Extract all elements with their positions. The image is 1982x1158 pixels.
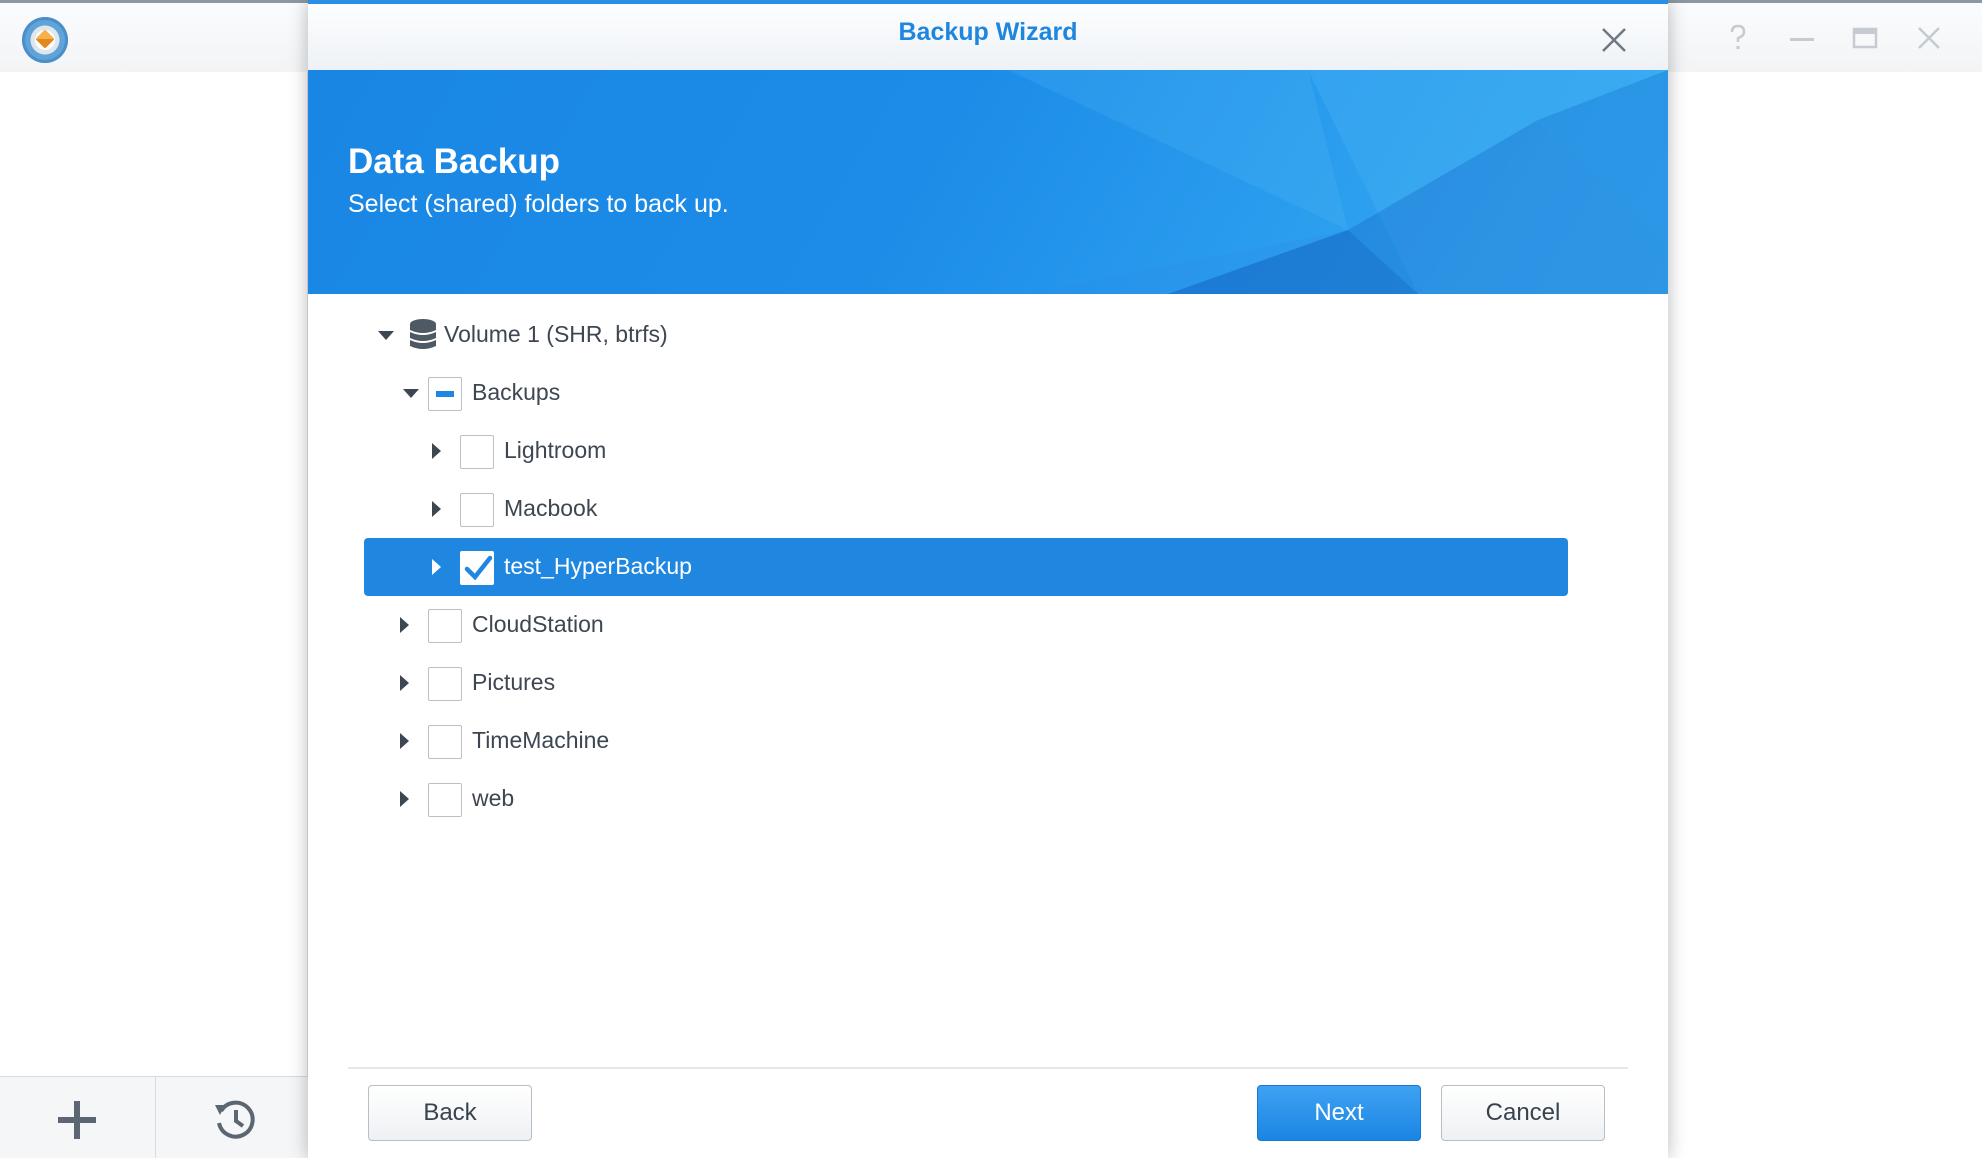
dialog-titlebar: Backup Wizard	[308, 0, 1668, 70]
folder-tree: Volume 1 (SHR, btrfs) Backups Lightroom	[308, 294, 1668, 1064]
tree-row-test-hyperbackup[interactable]: test_HyperBackup	[364, 538, 1568, 596]
tree-row-macbook[interactable]: Macbook	[364, 480, 1568, 538]
tree-label-lightroom: Lightroom	[504, 437, 607, 463]
tree-label-macbook: Macbook	[504, 495, 598, 521]
chevron-right-icon[interactable]	[426, 441, 446, 461]
chevron-down-icon[interactable]	[376, 325, 396, 345]
tree-label-pictures: Pictures	[472, 669, 556, 695]
close-icon[interactable]	[1909, 21, 1949, 57]
tree-row-volume[interactable]: Volume 1 (SHR, btrfs)	[364, 306, 1568, 364]
banner-subtitle: Select (shared) folders to back up.	[348, 190, 729, 218]
help-icon[interactable]	[1718, 21, 1758, 57]
chevron-right-icon[interactable]	[426, 557, 446, 577]
checkbox-backups-partial[interactable]	[428, 377, 462, 411]
checkbox-pictures[interactable]	[428, 667, 462, 701]
tree-row-web[interactable]: web	[364, 770, 1568, 828]
checkbox-cloudstation[interactable]	[428, 609, 462, 643]
chevron-right-icon[interactable]	[394, 731, 414, 751]
next-button[interactable]: Next	[1257, 1085, 1421, 1141]
plus-icon[interactable]	[52, 1095, 102, 1145]
maximize-icon[interactable]	[1845, 21, 1885, 57]
checkmark-icon	[464, 555, 493, 581]
background-sidebar	[0, 72, 308, 1158]
checkbox-test-hyperbackup-checked[interactable]	[460, 551, 494, 585]
screen: Backup Wizard Data Backup Select (shared…	[0, 0, 1982, 1158]
tree-label-backups: Backups	[472, 379, 561, 405]
banner-pattern	[1008, 70, 1668, 294]
restore-history-icon[interactable]	[210, 1095, 260, 1145]
back-button[interactable]: Back	[368, 1085, 532, 1141]
tree-row-timemachine[interactable]: TimeMachine	[364, 712, 1568, 770]
checkbox-web[interactable]	[428, 783, 462, 817]
wizard-banner: Data Backup Select (shared) folders to b…	[308, 70, 1668, 294]
chevron-right-icon[interactable]	[426, 499, 446, 519]
checkbox-timemachine[interactable]	[428, 725, 462, 759]
tree-row-lightroom[interactable]: Lightroom	[364, 422, 1568, 480]
tree-label-timemachine: TimeMachine	[472, 727, 610, 753]
tree-label-volume: Volume 1 (SHR, btrfs)	[444, 321, 668, 347]
checkbox-lightroom[interactable]	[460, 435, 494, 469]
tree-row-pictures[interactable]: Pictures	[364, 654, 1568, 712]
tree-label-cloudstation: CloudStation	[472, 611, 604, 637]
volume-database-icon	[408, 318, 438, 352]
tree-row-backups[interactable]: Backups	[364, 364, 1568, 422]
tree-label-web: web	[472, 785, 515, 811]
dialog-close-icon[interactable]	[1598, 24, 1630, 56]
checkbox-macbook[interactable]	[460, 493, 494, 527]
chevron-right-icon[interactable]	[394, 673, 414, 693]
tree-row-cloudstation[interactable]: CloudStation	[364, 596, 1568, 654]
minimize-icon[interactable]	[1782, 21, 1822, 57]
toolbar-divider	[155, 1077, 156, 1158]
backup-wizard-dialog: Backup Wizard Data Backup Select (shared…	[308, 0, 1668, 1158]
app-logo-icon	[22, 17, 68, 63]
tree-label-test-hyperbackup: test_HyperBackup	[504, 553, 692, 579]
chevron-right-icon[interactable]	[394, 615, 414, 635]
chevron-down-icon[interactable]	[401, 383, 421, 403]
dialog-title: Backup Wizard	[898, 18, 1078, 46]
chevron-right-icon[interactable]	[394, 789, 414, 809]
footer-divider	[348, 1067, 1628, 1069]
banner-title: Data Backup	[348, 142, 561, 181]
background-toolbar	[0, 1076, 308, 1158]
cancel-button[interactable]: Cancel	[1441, 1085, 1605, 1141]
